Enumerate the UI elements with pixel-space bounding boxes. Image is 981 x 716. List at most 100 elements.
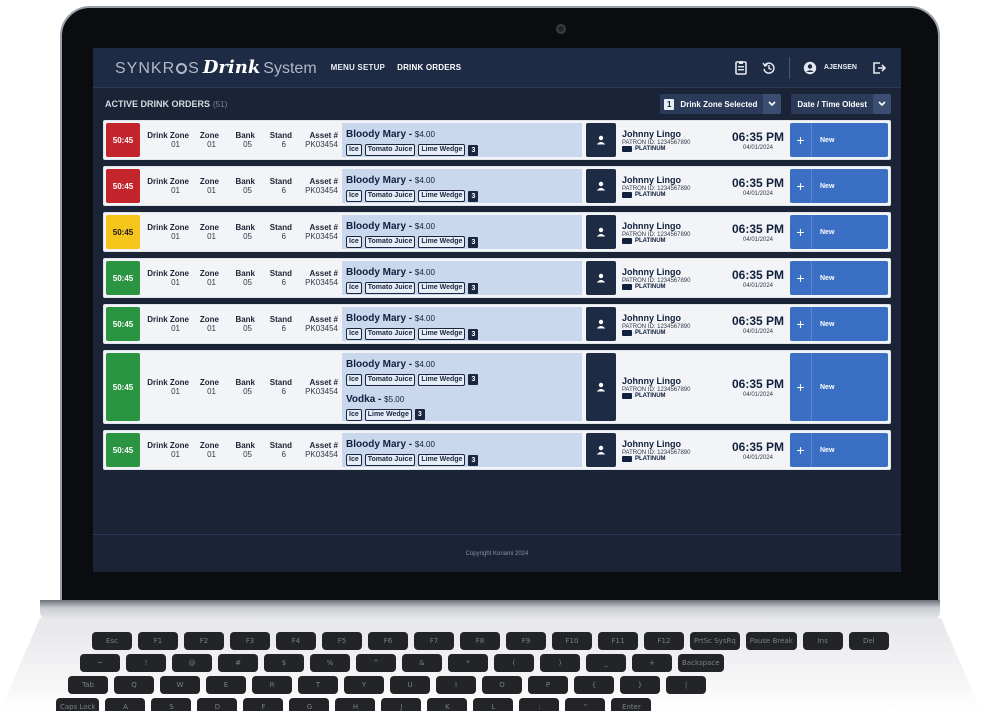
drink-zone-field: Drink Zone 01 xyxy=(147,223,189,241)
asset-field: Asset # PK03454 xyxy=(305,131,338,149)
patron-tier: PLATINUM xyxy=(622,283,726,290)
drink-item: Bloody Mary - $4.00 Ice Tomato Juice Lime … xyxy=(346,262,578,294)
drink-quantity-badge: 3 xyxy=(468,328,479,340)
order-status-label: New xyxy=(820,320,835,328)
plus-icon[interactable]: + xyxy=(790,433,812,467)
chevron-down-icon[interactable] xyxy=(763,94,782,114)
nav-drink-orders[interactable]: DRINK ORDERS xyxy=(397,63,461,72)
patron-info: Johnny Lingo PATRON ID: 1234567890 PLATI… xyxy=(616,121,726,159)
zone-field: Zone 01 xyxy=(199,441,219,459)
drink-modifiers: Ice Lime Wedge 3 xyxy=(346,408,578,421)
order-status-button[interactable]: + New xyxy=(790,353,888,421)
order-status-button[interactable]: + New xyxy=(790,307,888,341)
user-avatar-icon[interactable] xyxy=(800,58,820,78)
order-status-label: New xyxy=(820,446,835,454)
order-row[interactable]: 50:45 Drink Zone 01 Zone 01 Bank 05 Stand 6 … xyxy=(103,304,891,344)
modifier-tag: Tomato Juice xyxy=(364,236,416,248)
bank-field: Bank 05 xyxy=(235,131,255,149)
app-screen: SYNKR S Drink System MENU SETUP DRINK ORD… xyxy=(93,48,901,572)
drink-item: Vodka - $5.00 Ice Lime Wedge 3 xyxy=(346,389,578,421)
drink-name: Bloody Mary xyxy=(346,221,407,232)
order-row[interactable]: 50:45 Drink Zone 01 Zone 01 Bank 05 Stand 6 … xyxy=(103,350,891,424)
keyboard-key: & xyxy=(402,654,442,672)
stand-field: Stand 6 xyxy=(269,269,292,287)
keyboard-key: # xyxy=(218,654,258,672)
order-row[interactable]: 50:45 Drink Zone 01 Zone 01 Bank 05 Stand 6 … xyxy=(103,212,891,252)
order-row[interactable]: 50:45 Drink Zone 01 Zone 01 Bank 05 Stand 6 … xyxy=(103,430,891,470)
nav-menu-setup[interactable]: MENU SETUP xyxy=(331,63,385,72)
drink-name: Bloody Mary xyxy=(346,313,407,324)
keyboard-key: F2 xyxy=(184,632,224,650)
order-location: Drink Zone 01 Zone 01 Bank 05 Stand 6 Asset … xyxy=(142,121,342,159)
order-location: Drink Zone 01 Zone 01 Bank 05 Stand 6 Asset … xyxy=(142,213,342,251)
plus-icon[interactable]: + xyxy=(790,307,812,341)
drink-price: $5.00 xyxy=(384,394,405,404)
asset-field: Asset # PK03454 xyxy=(305,177,338,195)
keyboard-key: { xyxy=(574,676,614,694)
patron-icon xyxy=(586,353,616,421)
report-icon[interactable] xyxy=(731,58,751,78)
drink-item: Bloody Mary - $4.00 Ice Tomato Juice Lime … xyxy=(346,170,578,202)
drink-panel: Bloody Mary - $4.00 Ice Tomato Juice Lime … xyxy=(342,433,582,467)
drink-zone-field: Drink Zone 01 xyxy=(147,378,189,396)
plus-icon[interactable]: + xyxy=(790,261,812,295)
drink-quantity-badge: 3 xyxy=(468,374,479,385)
keyboard-key: T xyxy=(298,676,338,694)
patron-tier: PLATINUM xyxy=(622,145,726,152)
plus-icon[interactable]: + xyxy=(790,169,812,203)
modifier-tag: Tomato Juice xyxy=(364,373,416,386)
keyboard-key: + xyxy=(632,654,672,672)
drink-quantity-badge: 3 xyxy=(468,282,479,294)
plus-icon[interactable]: + xyxy=(790,353,812,421)
order-row[interactable]: 50:45 Drink Zone 01 Zone 01 Bank 05 Stand 6 … xyxy=(103,120,891,160)
sort-select[interactable]: Date / Time Oldest xyxy=(791,94,891,114)
keyboard-key: Esc xyxy=(92,632,132,650)
order-row[interactable]: 50:45 Drink Zone 01 Zone 01 Bank 05 Stand 6 … xyxy=(103,166,891,206)
keyboard-key: Enter xyxy=(611,698,652,711)
drink-zone-field: Drink Zone 01 xyxy=(147,315,189,333)
drink-zone-select[interactable]: 1 Drink Zone Selected xyxy=(659,94,782,114)
zone-field: Zone 01 xyxy=(199,269,219,287)
order-timer: 50:45 xyxy=(106,433,140,467)
modifier-tag: Tomato Juice xyxy=(364,454,416,466)
drink-name: Bloody Mary xyxy=(346,439,407,450)
order-status-button[interactable]: + New xyxy=(790,169,888,203)
plus-icon[interactable]: + xyxy=(790,215,812,249)
drink-quantity-badge: 3 xyxy=(468,144,479,156)
logout-icon[interactable] xyxy=(869,58,889,78)
drink-panel: Bloody Mary - $4.00 Ice Tomato Juice Lime … xyxy=(342,353,582,421)
drink-name: Vodka xyxy=(346,393,376,405)
modifier-tag: Tomato Juice xyxy=(364,144,416,156)
drink-price: $4.00 xyxy=(414,222,435,231)
patron-icon xyxy=(586,215,616,249)
zone-field: Zone 01 xyxy=(199,378,219,396)
drink-name: Bloody Mary xyxy=(346,129,407,140)
order-timer: 50:45 xyxy=(106,123,140,157)
keyboard-key: F8 xyxy=(460,632,500,650)
drink-name: Bloody Mary xyxy=(346,267,407,278)
order-status-button[interactable]: + New xyxy=(790,123,888,157)
keyboard-key: U xyxy=(390,676,430,694)
asset-field: Asset # PK03454 xyxy=(305,269,338,287)
plus-icon[interactable]: + xyxy=(790,123,812,157)
order-row[interactable]: 50:45 Drink Zone 01 Zone 01 Bank 05 Stand 6 … xyxy=(103,258,891,298)
order-status-button[interactable]: + New xyxy=(790,215,888,249)
keyboard-key: F5 xyxy=(322,632,362,650)
top-navigation-bar: SYNKR S Drink System MENU SETUP DRINK ORD… xyxy=(93,48,901,88)
drink-modifiers: Ice Tomato Juice Lime Wedge 3 xyxy=(346,373,578,386)
patron-tier: PLATINUM xyxy=(622,329,726,336)
keyboard-key: ~ xyxy=(80,654,120,672)
brand-logo: SYNKR S Drink System xyxy=(115,57,317,78)
order-status-button[interactable]: + New xyxy=(790,433,888,467)
stand-field: Stand 6 xyxy=(269,315,292,333)
chevron-down-icon[interactable] xyxy=(873,94,891,114)
asset-field: Asset # PK03454 xyxy=(305,441,338,459)
user-name[interactable]: AJENSEN xyxy=(824,64,857,71)
keyboard-key: F10 xyxy=(552,632,592,650)
order-status-button[interactable]: + New xyxy=(790,261,888,295)
footer: Copyright Konami 2024 xyxy=(93,534,901,572)
keyboard-key: H xyxy=(335,698,376,711)
history-icon[interactable] xyxy=(759,58,779,78)
zone-field: Zone 01 xyxy=(199,131,219,149)
keyboard-key: } xyxy=(620,676,660,694)
